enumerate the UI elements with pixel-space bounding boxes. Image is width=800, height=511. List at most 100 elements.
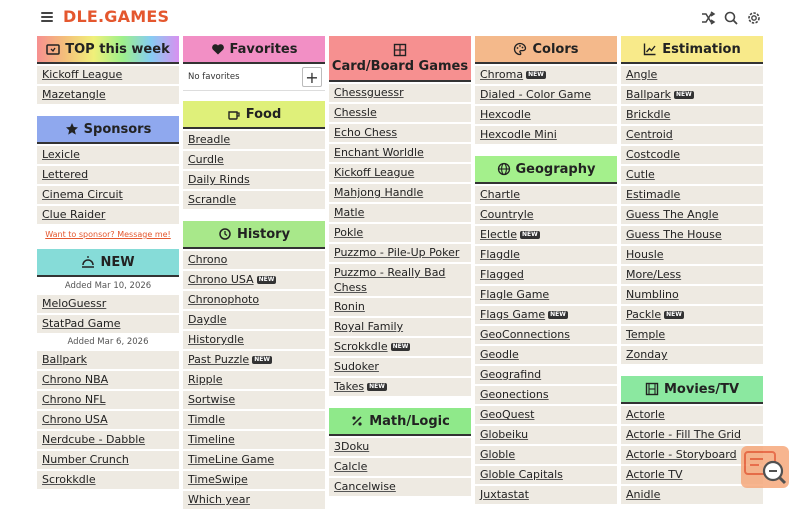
game-link-flags-game[interactable]: Flags Game NEW [475, 306, 617, 324]
game-link-globle[interactable]: Globle [475, 446, 617, 464]
game-link-chrono-usa[interactable]: Chrono USA NEW [183, 271, 325, 289]
new-game-link[interactable]: Chrono USA [37, 411, 179, 429]
game-link-chessle[interactable]: Chessle [329, 104, 471, 122]
game-link-daily-rinds[interactable]: Daily Rinds [183, 171, 325, 189]
game-link-matle[interactable]: Matle [329, 204, 471, 222]
search-icon[interactable] [723, 10, 739, 26]
game-link-3doku[interactable]: 3Doku [329, 438, 471, 456]
game-link-countryle[interactable]: Countryle [475, 206, 617, 224]
game-link-globeiku[interactable]: Globeiku [475, 426, 617, 444]
sponsor-link-lexicle[interactable]: Lexicle [37, 146, 179, 164]
feedback-button[interactable] [741, 446, 789, 488]
new-game-link[interactable]: Number Crunch [37, 451, 179, 469]
site-logo[interactable]: DLE.GAMES [63, 7, 169, 26]
game-link-breadle[interactable]: Breadle [183, 131, 325, 149]
gear-icon[interactable] [746, 10, 762, 26]
game-link-guess-the-angle[interactable]: Guess The Angle [621, 206, 763, 224]
game-link-numblino[interactable]: Numblino [621, 286, 763, 304]
game-link-dialed[interactable]: Dialed - Color Game [475, 86, 617, 104]
game-link-pokle[interactable]: Pokle [329, 224, 471, 242]
game-link-calcle[interactable]: Calcle [329, 458, 471, 476]
game-link-temple[interactable]: Temple [621, 326, 763, 344]
game-link-scrokkdle[interactable]: Scrokkdle NEW [329, 338, 471, 356]
game-link-ronin[interactable]: Ronin [329, 298, 471, 316]
game-link-sudoker[interactable]: Sudoker [329, 358, 471, 376]
game-link-hexcodle-mini[interactable]: Hexcodle Mini [475, 126, 617, 144]
game-link-curdle[interactable]: Curdle [183, 151, 325, 169]
game-link-chrono[interactable]: Chrono [183, 251, 325, 269]
new-game-link[interactable]: MeloGuessr [37, 295, 179, 313]
new-game-link[interactable]: StatPad Game [37, 315, 179, 333]
game-link-timeline-game[interactable]: TimeLine Game [183, 451, 325, 469]
game-link-timdle[interactable]: Timdle [183, 411, 325, 429]
game-link-ripple[interactable]: Ripple [183, 371, 325, 389]
game-link-puzzmo-really-bad-chess[interactable]: Puzzmo - Really Bad Chess [329, 264, 471, 296]
game-link-centroid[interactable]: Centroid [621, 126, 763, 144]
game-link-packle[interactable]: Packle NEW [621, 306, 763, 324]
sponsor-link-lettered[interactable]: Lettered [37, 166, 179, 184]
game-link-costcodle[interactable]: Costcodle [621, 146, 763, 164]
game-link-geoconnections[interactable]: GeoConnections [475, 326, 617, 344]
game-link-past-puzzle[interactable]: Past Puzzle NEW [183, 351, 325, 369]
game-link-brickdle[interactable]: Brickdle [621, 106, 763, 124]
game-name: Takes [334, 380, 365, 393]
game-link-takes[interactable]: Takes NEW [329, 378, 471, 396]
game-link-chessguessr[interactable]: Chessguessr [329, 84, 471, 102]
menu-icon[interactable] [41, 12, 53, 22]
game-link-historydle[interactable]: Historydle [183, 331, 325, 349]
add-favorite-button[interactable]: + [302, 67, 322, 87]
game-link-chronophoto[interactable]: Chronophoto [183, 291, 325, 309]
game-link-flagle-game[interactable]: Flagle Game [475, 286, 617, 304]
game-link-which-year[interactable]: Which year [183, 491, 325, 509]
game-link-anidle[interactable]: Anidle [621, 486, 763, 504]
game-link-enchant-worldle[interactable]: Enchant Worldle [329, 144, 471, 162]
game-link-globle-capitals[interactable]: Globle Capitals [475, 466, 617, 484]
game-link-kickoff-league[interactable]: Kickoff League [37, 66, 179, 84]
game-link-echo-chess[interactable]: Echo Chess [329, 124, 471, 142]
game-link-guess-the-house[interactable]: Guess The House [621, 226, 763, 244]
new-badge: NEW [367, 383, 387, 391]
game-link-timeline[interactable]: Timeline [183, 431, 325, 449]
game-link-chroma[interactable]: Chroma NEW [475, 66, 617, 84]
game-link-geonections[interactable]: Geonections [475, 386, 617, 404]
game-link-kickoff-league[interactable]: Kickoff League [329, 164, 471, 182]
game-link-more-less[interactable]: More/Less [621, 266, 763, 284]
sponsor-cta-link[interactable]: Want to sponsor? Message me! [37, 226, 179, 244]
game-link-hexcodle[interactable]: Hexcodle [475, 106, 617, 124]
game-link-estimadle[interactable]: Estimadle [621, 186, 763, 204]
new-header: NEW [37, 249, 179, 277]
new-game-link[interactable]: Ballpark [37, 351, 179, 369]
game-link-chartle[interactable]: Chartle [475, 186, 617, 204]
game-link-ballpark[interactable]: Ballpark NEW [621, 86, 763, 104]
game-link-timeswipe[interactable]: TimeSwipe [183, 471, 325, 489]
game-link-mazetangle[interactable]: Mazetangle [37, 86, 179, 104]
game-link-cancelwise[interactable]: Cancelwise [329, 478, 471, 496]
game-link-sortwise[interactable]: Sortwise [183, 391, 325, 409]
game-link-angle[interactable]: Angle [621, 66, 763, 84]
game-link-flagdle[interactable]: Flagdle [475, 246, 617, 264]
game-link-actorle-fill-the-grid[interactable]: Actorle - Fill The Grid [621, 426, 763, 444]
game-link-juxtastat[interactable]: Juxtastat [475, 486, 617, 504]
game-link-electle[interactable]: Electle NEW [475, 226, 617, 244]
game-link-housle[interactable]: Housle [621, 246, 763, 264]
new-game-link[interactable]: Chrono NFL [37, 391, 179, 409]
game-link-puzzmo-pile-up-poker[interactable]: Puzzmo - Pile-Up Poker [329, 244, 471, 262]
game-link-scrandle[interactable]: Scrandle [183, 191, 325, 209]
game-link-geografind[interactable]: Geografind [475, 366, 617, 384]
game-link-mahjong-handle[interactable]: Mahjong Handle [329, 184, 471, 202]
game-link-geodle[interactable]: Geodle [475, 346, 617, 364]
game-link-royal-family[interactable]: Royal Family [329, 318, 471, 336]
game-link-flagged[interactable]: Flagged [475, 266, 617, 284]
game-link-geoquest[interactable]: GeoQuest [475, 406, 617, 424]
top-week-header: TOP this week [37, 36, 179, 64]
new-game-link[interactable]: Chrono NBA [37, 371, 179, 389]
game-link-actorle[interactable]: Actorle [621, 406, 763, 424]
shuffle-icon[interactable] [700, 10, 716, 26]
game-link-cutle[interactable]: Cutle [621, 166, 763, 184]
game-link-zonday[interactable]: Zonday [621, 346, 763, 364]
game-link-daydle[interactable]: Daydle [183, 311, 325, 329]
sponsor-link-cinema-circuit[interactable]: Cinema Circuit [37, 186, 179, 204]
sponsor-link-clue-raider[interactable]: Clue Raider [37, 206, 179, 224]
new-game-link[interactable]: Nerdcube - Dabble [37, 431, 179, 449]
new-game-link[interactable]: Scrokkdle [37, 471, 179, 489]
